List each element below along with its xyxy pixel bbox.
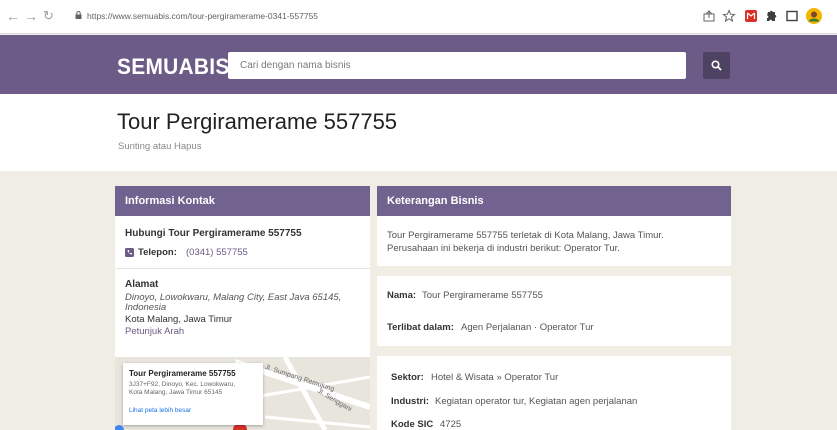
tab-sidebar-icon[interactable] [785,9,799,23]
map-info-popup: Tour Pergiramerame 557755 3J37+F92, Dino… [123,363,263,425]
map-larger-link[interactable]: Lihat peta lebih besar [129,407,191,414]
sector-label: Sektor: [391,372,424,383]
phone-icon [125,248,134,257]
edit-delete-link[interactable]: Sunting atau Hapus [118,141,201,152]
phone-label: Telepon: [138,247,177,258]
business-card-header: Keterangan Bisnis [377,186,731,216]
industry-value: Kegiatan operator tur, Kegiatan agen per… [435,396,638,407]
search-input[interactable]: Cari dengan nama bisnis [228,52,686,79]
sector-value: Hotel & Wisata » Operator Tur [431,372,559,383]
involved-value: Agen Perjalanan · Operator Tur [461,322,594,333]
profile-avatar-icon[interactable] [806,8,822,24]
search-icon [711,60,722,71]
business-desc-line-2: Perusahaan ini bekerja di industri berik… [387,243,620,254]
directions-link[interactable]: Petunjuk Arah [125,326,184,337]
site-logo[interactable]: SEMUABIS [117,54,230,80]
sic-value: 4725 [440,419,462,430]
business-name-card: Nama: Tour Pergiramerame 557755 Terlibat… [377,276,731,346]
address-line-2: Indonesia [125,302,167,313]
back-icon[interactable]: ← [6,9,20,23]
involved-label: Terlibat dalam: [387,322,454,333]
site-header: SEMUABIS Cari dengan nama bisnis [0,35,837,94]
address-city: Kota Malang, Jawa Timur [125,314,233,325]
bookmark-star-icon[interactable] [722,9,736,23]
name-label: Nama: [387,290,417,301]
contact-card: Informasi Kontak Hubungi Tour Pergiramer… [115,186,370,357]
address-bar[interactable]: https://www.semuabis.com/tour-pergiramer… [87,11,318,21]
map-popup-title: Tour Pergiramerame 557755 [129,369,236,378]
forward-icon[interactable]: → [24,9,38,23]
name-value: Tour Pergiramerame 557755 [422,290,543,301]
business-info-card: Keterangan Bisnis Tour Pergiramerame 557… [377,186,731,266]
phone-number-link[interactable]: (0341) 557755 [186,247,248,258]
share-icon[interactable] [702,9,716,23]
page-title: Tour Pergiramerame 557755 [117,109,398,134]
search-placeholder: Cari dengan nama bisnis [240,60,351,71]
map-popup-line-1: 3J37+F92, Dinoyo, Kec. Lowokwaru, [129,381,236,388]
contact-heading: Hubungi Tour Pergiramerame 557755 [125,228,302,239]
search-button[interactable] [703,52,730,79]
puzzle-extensions-icon[interactable] [764,9,778,23]
map-popup-line-2: Kota Malang, Jawa Timur 65145 [129,389,223,396]
business-sector-card: Sektor: Hotel & Wisata » Operator Tur In… [377,356,731,430]
map-embed[interactable]: Jl. Sumpang Remujung Jl. Senggani Tour P… [115,357,370,430]
divider [115,268,370,269]
title-band: Tour Pergiramerame 557755 Sunting atau H… [0,94,837,171]
browser-toolbar: ← → ↻ https://www.semuabis.com/tour-perg… [0,0,837,34]
industry-label: Industri: [391,396,429,407]
contact-card-header: Informasi Kontak [115,186,370,216]
sic-label: Kode SIC [391,419,434,430]
business-desc-line-1: Tour Pergiramerame 557755 terletak di Ko… [387,230,664,241]
address-title: Alamat [125,279,159,290]
extension-mail-icon[interactable] [744,9,758,23]
lock-icon [75,11,82,19]
reload-icon[interactable]: ↻ [43,9,54,23]
